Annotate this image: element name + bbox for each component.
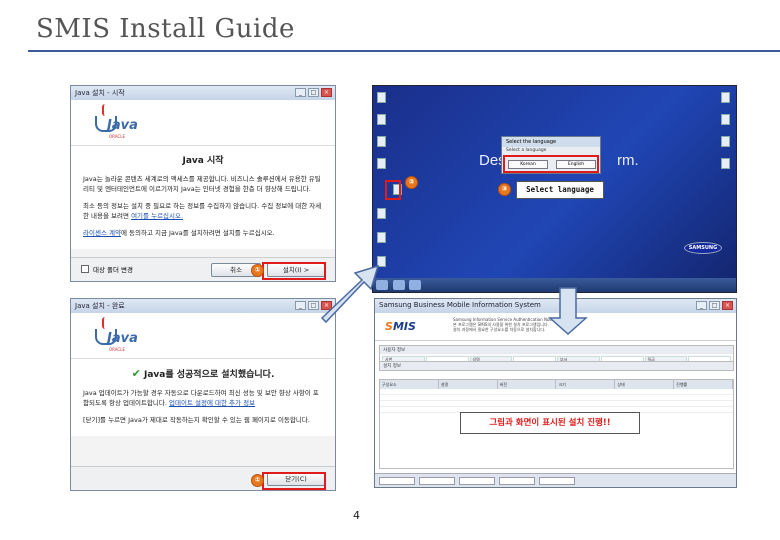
flow-arrows: [320, 264, 588, 336]
arrow-to-desktop-icon: [320, 264, 380, 324]
arrow-to-installer-icon: [548, 287, 588, 336]
page-number: 4: [353, 509, 360, 522]
